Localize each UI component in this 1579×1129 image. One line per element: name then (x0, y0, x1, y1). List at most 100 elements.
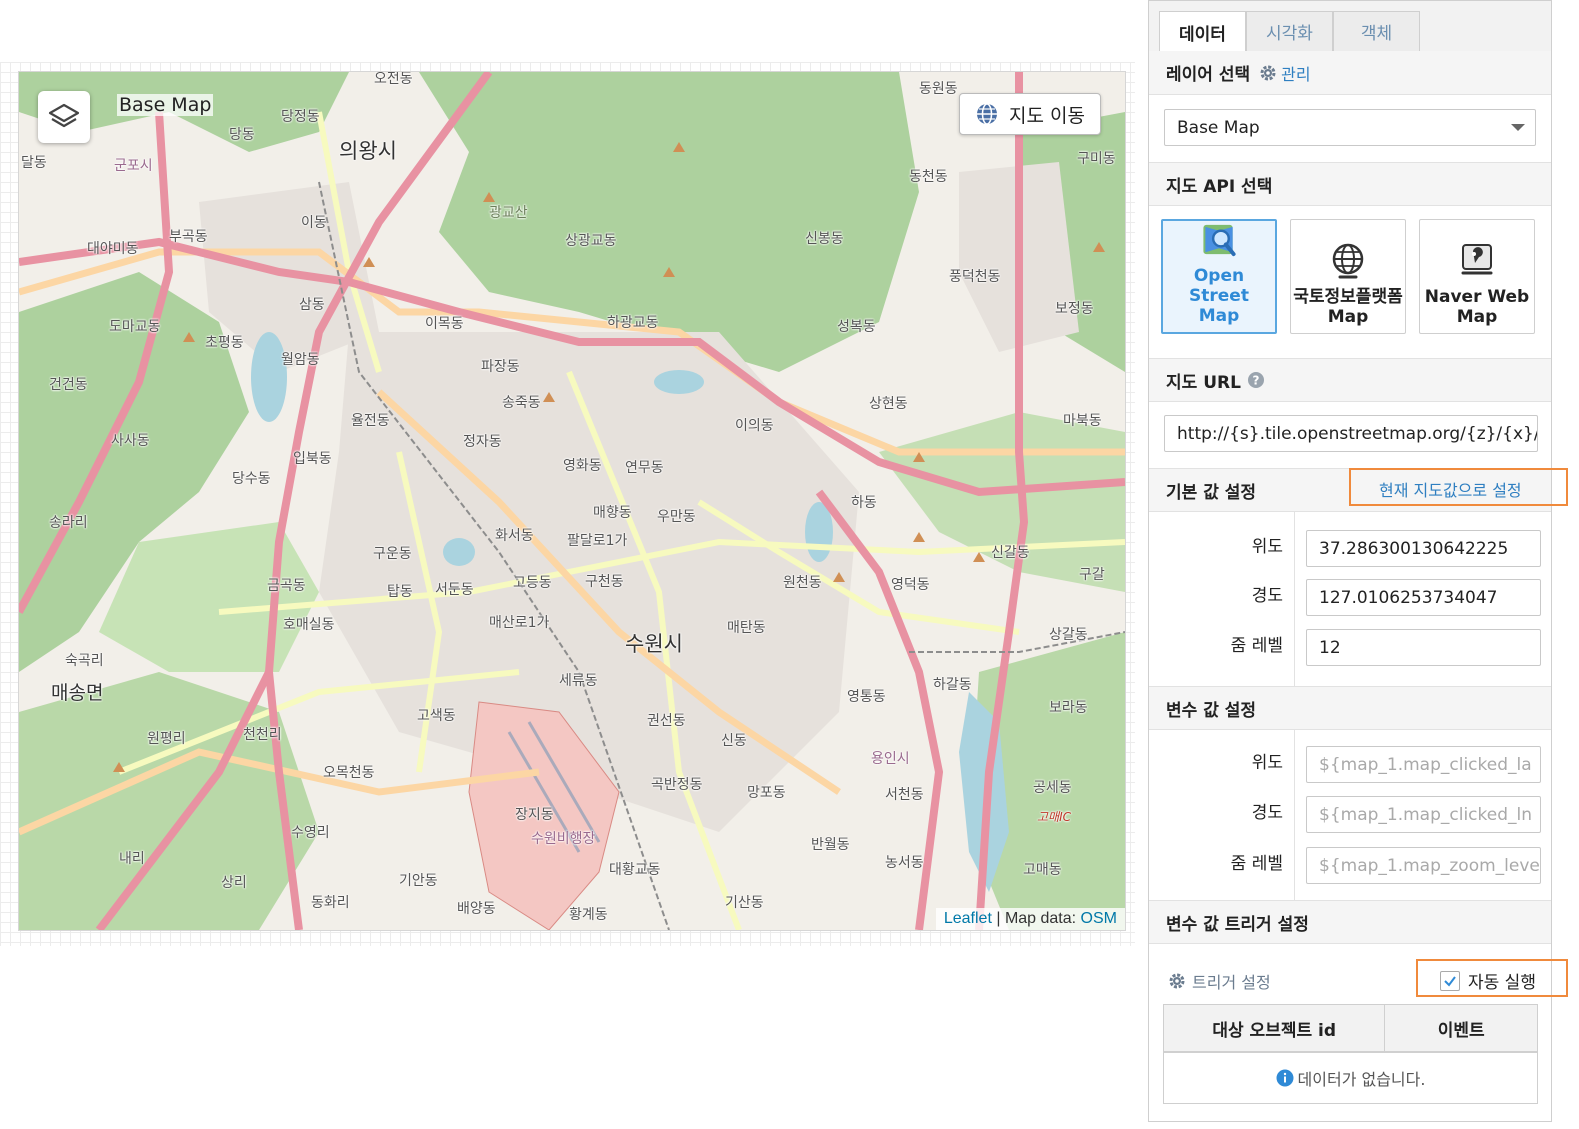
divider (1294, 512, 1295, 687)
api-select-header: 지도 API 선택 (1149, 162, 1551, 206)
tab-visualization[interactable]: 시각화 (1246, 11, 1333, 51)
layer-select-value: Base Map (1177, 117, 1260, 138)
map-label: 당정동 (281, 109, 320, 125)
var-lng-input[interactable]: ${map_1.map_clicked_ln (1306, 796, 1541, 833)
globe-icon (1332, 243, 1364, 279)
map-label-maesong: 매송면 (51, 682, 104, 704)
map-label: 영화동 (563, 458, 602, 474)
map-label: 하광교동 (607, 315, 659, 331)
default-values-title: 기본 값 설정 (1166, 482, 1257, 503)
map-move-label: 지도 이동 (1009, 104, 1085, 127)
tab-data[interactable]: 데이터 (1159, 11, 1246, 52)
default-zoom-input[interactable]: 12 (1306, 629, 1541, 666)
map-label: 하동 (851, 495, 877, 511)
map-label: 초평동 (205, 335, 244, 351)
layers-icon (48, 103, 80, 128)
map-label: 보라동 (1049, 700, 1088, 716)
map-label: 정자동 (463, 434, 502, 450)
api-option-ngii[interactable]: 국토정보플랫폼 Map (1290, 219, 1406, 334)
map-label: 대황교동 (609, 862, 661, 878)
map-label: 신동 (721, 733, 747, 749)
map-url-header: 지도 URL ? (1149, 358, 1551, 402)
trigger-table: 대상 오브젝트 id 이벤트 데이터가 없습니다. (1163, 1004, 1538, 1104)
default-lat-input[interactable]: 37.286300130642225 (1306, 530, 1541, 567)
map-label: 입북동 (293, 451, 332, 467)
map-label: 수원비행장 (531, 831, 596, 847)
properties-panel: 데이터 시각화 객체 레이어 선택 관리 Base Map 지도 API 선택 … (1148, 0, 1568, 1122)
layer-select[interactable]: Base Map (1164, 109, 1536, 146)
map-label: 당수동 (232, 471, 271, 487)
map-label: 매탄동 (727, 620, 766, 636)
attribution-separator: | Map data: (991, 910, 1081, 927)
default-lng-input[interactable]: 127.0106253734047 (1306, 579, 1541, 616)
map-label: 건건동 (49, 377, 88, 393)
map-label: 기안동 (399, 873, 438, 889)
api-option-ngii-line1: 국토정보플랫폼 (1293, 287, 1403, 307)
map-label: 팔달로1가 (567, 533, 628, 549)
trigger-settings-button[interactable]: 트리거 설정 (1167, 969, 1271, 993)
auto-run-checkbox[interactable]: 자동 실행 (1440, 968, 1536, 993)
var-lat-input[interactable]: ${map_1.map_clicked_la (1306, 746, 1541, 783)
map-label: 천천리 (243, 727, 282, 743)
checkbox-box[interactable] (1440, 970, 1460, 991)
map-label: 영덕동 (891, 577, 930, 593)
map-label: 용인시 (871, 751, 910, 767)
help-icon[interactable]: ? (1247, 371, 1265, 389)
map-label: 반월동 (811, 837, 850, 853)
layer-toggle-button[interactable] (38, 91, 90, 143)
empty-message: 데이터가 없습니다. (1297, 1070, 1426, 1089)
map-label: 신봉동 (805, 231, 844, 247)
map-label: 파장동 (481, 359, 520, 375)
map-url-input[interactable]: http://{s}.tile.openstreetmap.org/{z}/{x… (1164, 415, 1538, 452)
osm-link[interactable]: OSM (1081, 910, 1117, 927)
map-label: 숙곡리 (65, 653, 104, 669)
map-label: 매산로1가 (489, 615, 550, 631)
svg-text:?: ? (1252, 374, 1259, 388)
map-label: 상리 (221, 875, 247, 891)
trigger-settings-label: 트리거 설정 (1192, 973, 1271, 992)
map-label: 매향동 (593, 505, 632, 521)
map-label: 우만동 (657, 509, 696, 525)
panel-tabs: 데이터 시각화 객체 (1149, 1, 1551, 52)
map-label: 송라리 (49, 515, 88, 531)
map-label: 달동 (21, 155, 47, 171)
globe-icon (977, 103, 998, 125)
map-label: 금곡동 (267, 578, 306, 594)
map-label-uiwang: 의왕시 (339, 139, 397, 163)
map-label-suwon: 수원시 (625, 632, 683, 656)
map-label: 대야미동 (87, 241, 139, 257)
map-label: 영통동 (847, 689, 886, 705)
map-label: 삼동 (299, 297, 325, 313)
manage-link[interactable]: 관리 (1258, 61, 1311, 85)
osm-logo-icon (1203, 224, 1236, 257)
map-widget[interactable]: 수원시 의왕시 매송면 광교산 당정동 오전동 당동 동원동 군포시 달동 이동… (18, 71, 1126, 931)
api-option-naver[interactable]: Naver Web Map (1419, 219, 1535, 334)
map-label: 이동 (301, 215, 327, 231)
highlight-box (1349, 468, 1568, 506)
map-move-button[interactable]: 지도 이동 (959, 93, 1101, 135)
var-lng-label: 경도 (1251, 803, 1283, 823)
var-zoom-input[interactable]: ${map_1.map_zoom_leve (1306, 847, 1541, 884)
api-option-osm[interactable]: Open Street Map (1161, 219, 1277, 334)
map-label: 오목천동 (323, 765, 375, 781)
map-label: 서천동 (885, 787, 924, 803)
map-label: 내리 (119, 851, 145, 867)
map-label: 상광교동 (565, 233, 617, 249)
map-label: 구갈 (1079, 567, 1105, 583)
map-label: 고색동 (417, 708, 456, 724)
divider (1294, 730, 1295, 900)
api-select-title: 지도 API 선택 (1166, 176, 1273, 197)
map-label: 도마교동 (109, 319, 161, 335)
map-pin-icon (1461, 244, 1493, 275)
map-label: 원평리 (147, 731, 186, 747)
leaflet-link[interactable]: Leaflet (944, 910, 992, 927)
map-label: 보정동 (1055, 301, 1094, 317)
tab-object[interactable]: 객체 (1333, 11, 1420, 51)
map-url-title: 지도 URL (1166, 372, 1241, 393)
map-label: 율전동 (351, 413, 390, 429)
layer-select-title: 레이어 선택 (1166, 65, 1251, 85)
map-label: 장지동 (515, 807, 554, 823)
map-tiles[interactable] (19, 72, 1125, 930)
map-label: 군포시 (114, 158, 153, 174)
api-option-osm-line1: Open Street (1189, 266, 1249, 306)
